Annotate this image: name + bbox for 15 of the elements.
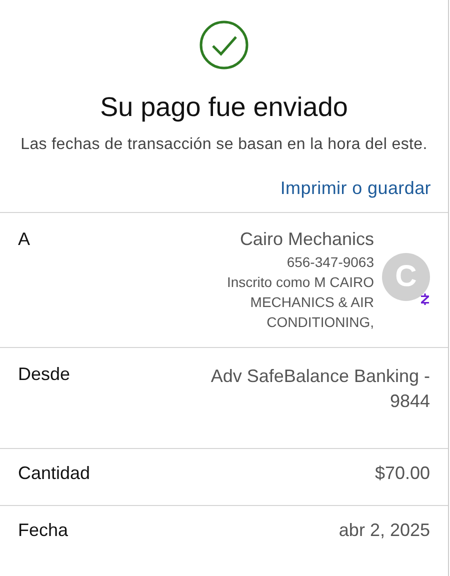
row-label: Cantidad <box>18 463 90 484</box>
recipient-phone: 656-347-9063 <box>286 253 374 272</box>
row-value: abr 2, 2025 <box>338 520 430 541</box>
print-save-link[interactable]: Imprimir o guardar <box>280 178 431 199</box>
recipient-name: Cairo Mechanics <box>240 229 374 250</box>
success-check-icon <box>199 20 249 70</box>
row-label: A <box>18 229 30 250</box>
page-title: Su pago fue enviado <box>100 92 348 123</box>
zelle-badge-icon <box>420 293 430 305</box>
timezone-note: Las fechas de transacción se basan en la hora del este. <box>20 135 428 155</box>
enrolled-name: Inscrito como M CAIRO MECHANICS & AIR CONDITIONING, <box>226 273 374 332</box>
row-label: Fecha <box>18 520 68 541</box>
row-value: Adv SafeBalance Banking - 9844 <box>210 365 430 413</box>
row-value: $70.00 <box>374 463 430 484</box>
row-label: Desde <box>18 364 70 385</box>
